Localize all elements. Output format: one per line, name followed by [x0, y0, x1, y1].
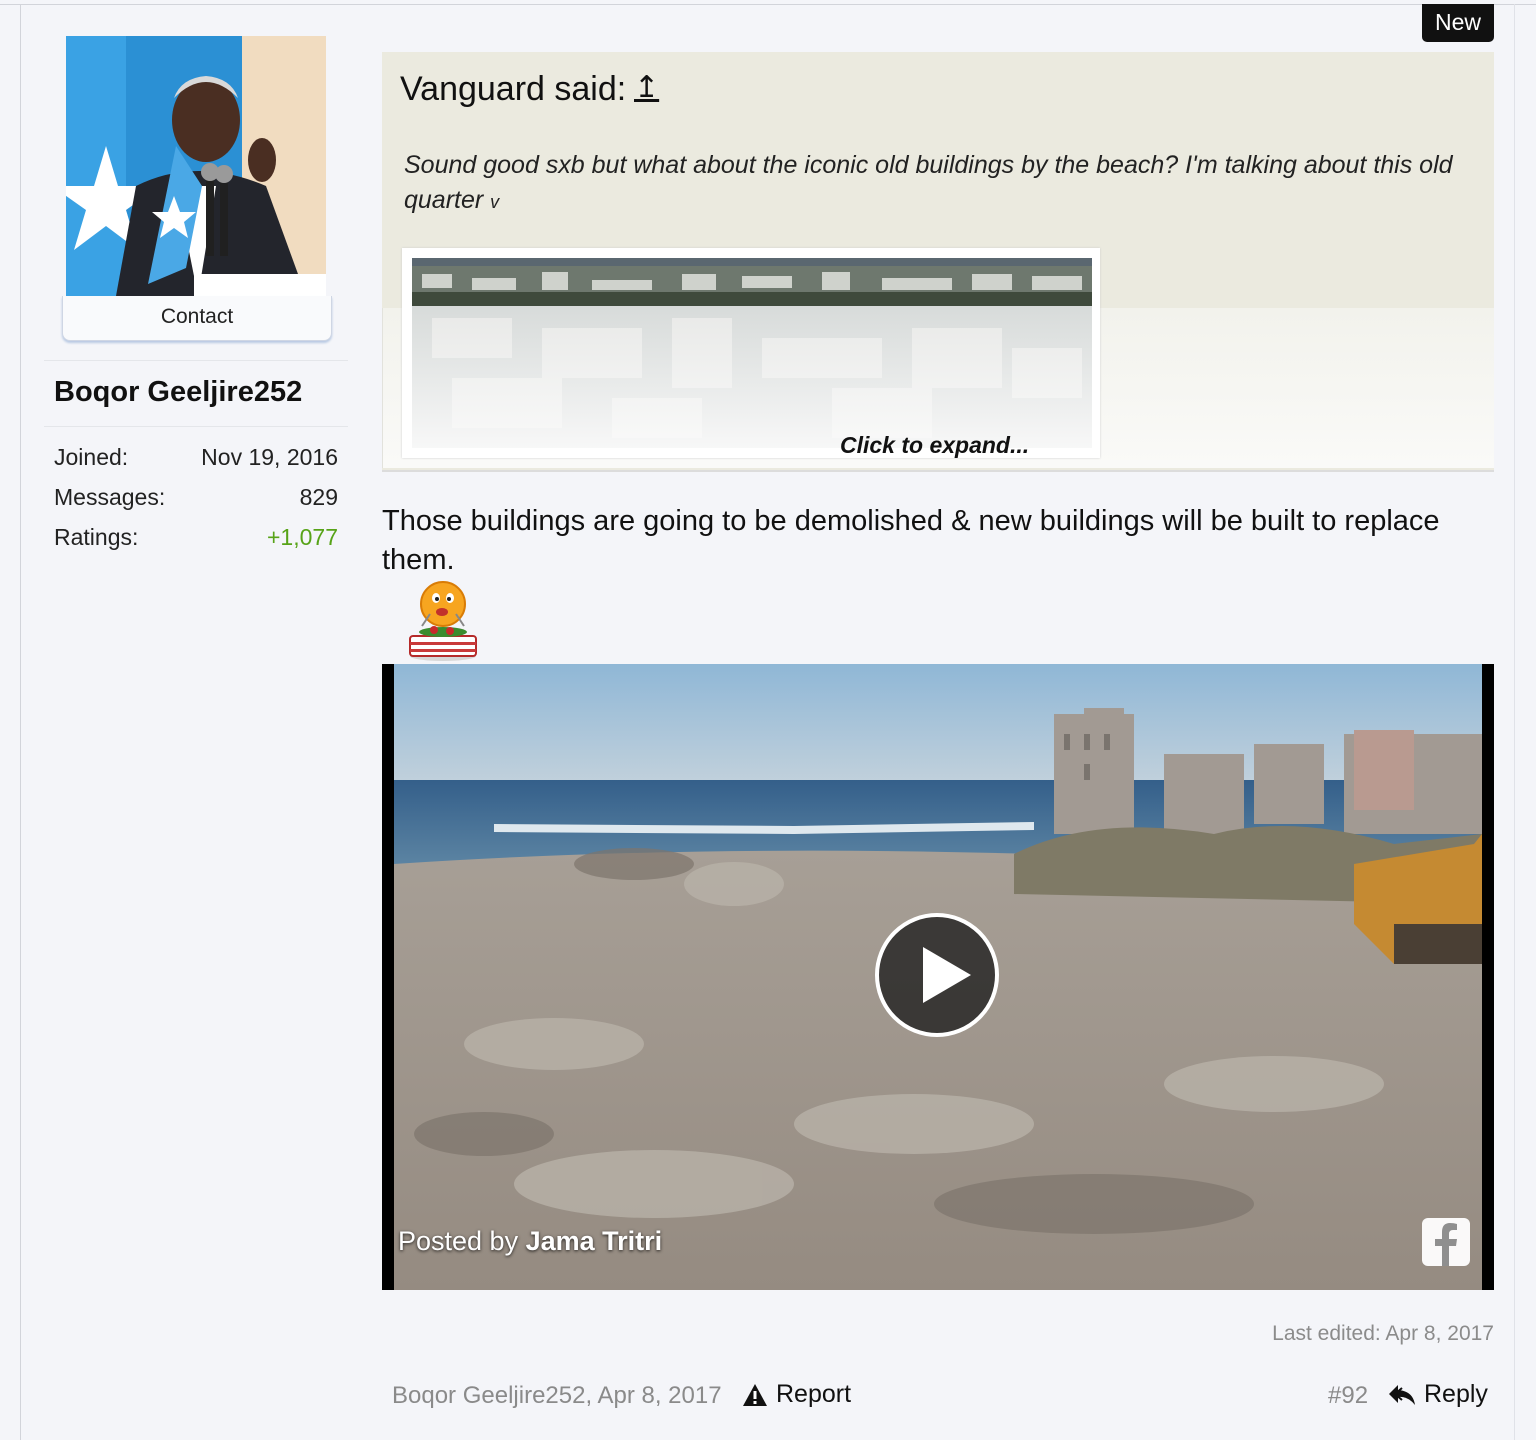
quote-image-frame [402, 248, 1100, 458]
left-border [20, 4, 21, 1440]
post-number[interactable]: #92 [1328, 1382, 1368, 1410]
top-border [0, 4, 1536, 5]
divider [44, 426, 348, 427]
post-meta[interactable]: Boqor Geeljire252, Apr 8, 2017 [392, 1382, 722, 1410]
posted-by-label: Posted by [398, 1226, 519, 1256]
avatar[interactable] [66, 36, 326, 296]
reply-label: Reply [1424, 1380, 1488, 1408]
stat-value[interactable]: 829 [300, 484, 338, 511]
stat-value: +1,077 [267, 524, 338, 550]
divider [44, 360, 348, 361]
right-border [1514, 4, 1515, 1440]
video-author[interactable]: Jama Tritri [526, 1226, 663, 1256]
click-to-expand[interactable]: Click to expand... [840, 432, 1029, 459]
message-text: Those buildings are going to be demolish… [382, 505, 1440, 576]
jump-to-quote-icon[interactable]: ↥ [634, 70, 659, 105]
quote-author[interactable]: Vanguard said: [400, 70, 626, 109]
video-credit: Posted by Jama Tritri [398, 1226, 662, 1257]
facebook-icon[interactable] [1422, 1218, 1470, 1266]
report-button[interactable]: Report [742, 1380, 851, 1409]
quote-body: Sound good sxb but what about the iconic… [404, 151, 1453, 214]
last-edited: Last edited: Apr 8, 2017 [1272, 1322, 1494, 1345]
warning-icon [743, 1383, 767, 1406]
image-fade [412, 306, 1092, 448]
new-badge: New [1422, 4, 1494, 42]
stat-label: Joined: [54, 444, 129, 470]
chevron-down-icon: v [490, 192, 500, 212]
city-photo[interactable] [412, 258, 1092, 448]
quote-block: Vanguard said: ↥ Sound good sxb but what… [382, 52, 1494, 472]
quote-text: Sound good sxb but what about the iconic… [404, 148, 1474, 220]
stat-value: Nov 19, 2016 [201, 444, 338, 470]
play-button[interactable] [875, 913, 999, 1037]
report-label: Report [776, 1380, 852, 1408]
stat-label: Messages: [54, 484, 166, 510]
username[interactable]: Boqor Geeljire252 [54, 376, 302, 409]
reply-icon [1389, 1384, 1415, 1405]
play-icon [923, 947, 971, 1003]
reply-button[interactable]: Reply [1388, 1380, 1488, 1409]
contact-button[interactable]: Contact [62, 296, 332, 341]
stat-label: Ratings: [54, 524, 139, 550]
eating-smiley-icon [408, 580, 478, 662]
